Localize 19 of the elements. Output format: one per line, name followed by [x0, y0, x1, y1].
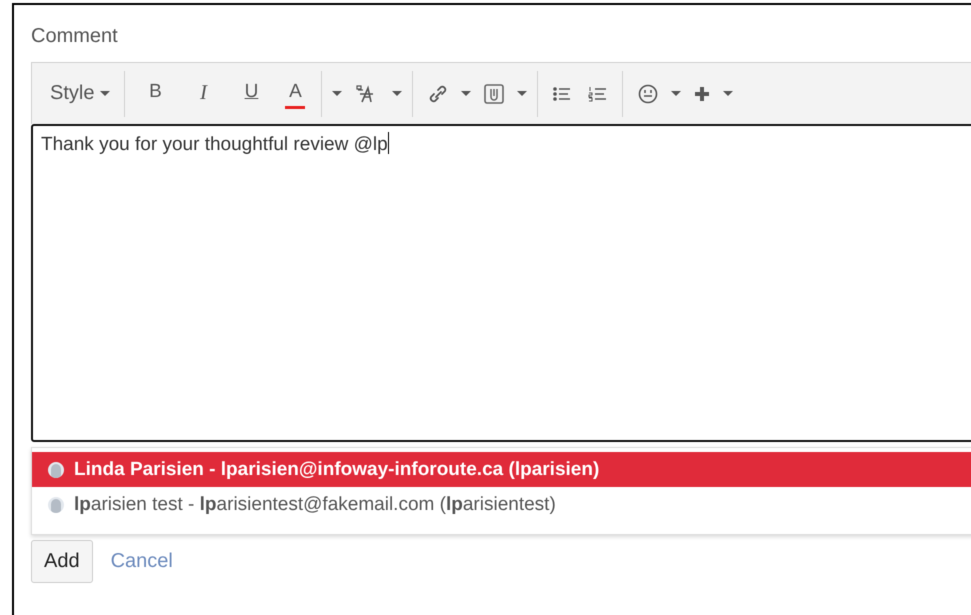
comment-text: Thank you for your thoughtful review @lp	[41, 134, 388, 155]
mention-option[interactable]: lparisien test - lparisientest@fakemail.com (lparisientest)	[32, 487, 971, 522]
comment-editor[interactable]: Thank you for your thoughtful review @lp	[31, 124, 971, 442]
avatar-icon	[48, 496, 64, 512]
add-button[interactable]: Add	[31, 540, 93, 583]
avatar-icon	[48, 462, 64, 478]
paperclip-icon	[483, 82, 506, 104]
comment-label: Comment	[31, 25, 119, 49]
cancel-link[interactable]: Cancel	[110, 550, 173, 573]
numbered-list-icon	[588, 84, 608, 102]
plus-icon	[693, 84, 712, 102]
bullet-list-icon	[552, 84, 572, 102]
style-dropdown[interactable]: Style	[42, 76, 118, 110]
italic-button[interactable]: I	[184, 78, 222, 108]
underline-button[interactable]: U	[232, 78, 270, 108]
text-color-button[interactable]: A	[285, 78, 306, 108]
bold-button[interactable]: B	[136, 78, 174, 108]
mention-option[interactable]: Linda Parisien - lparisien@infoway-inforoute.ca (lparisien)	[32, 452, 971, 487]
smiley-icon	[637, 82, 660, 104]
